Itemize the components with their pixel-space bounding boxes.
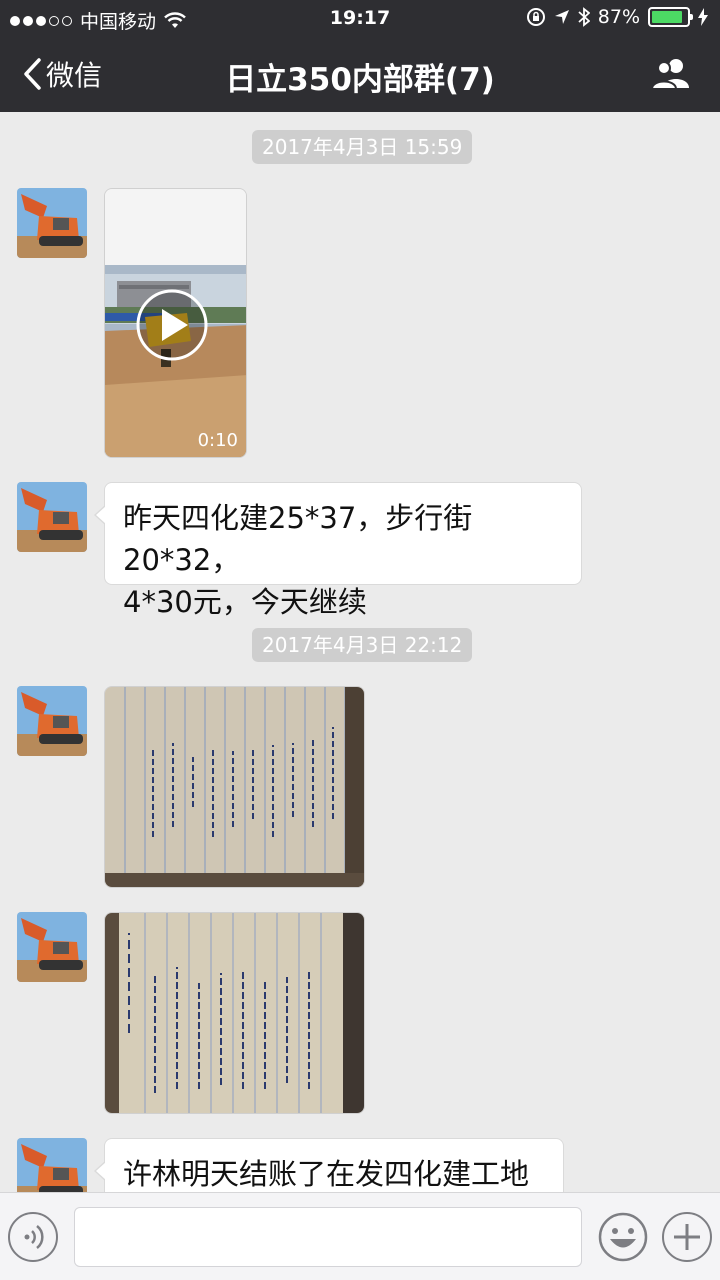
rotation-lock-icon (526, 8, 545, 26)
video-message[interactable]: 0:10 (104, 188, 247, 458)
avatar[interactable] (17, 188, 87, 258)
battery-percent: 87% (597, 6, 640, 28)
bluetooth-icon (578, 7, 590, 27)
message-list[interactable]: 2017年4月3日 15:59 0:10 昨天四化建25*37，步行街20*32… (0, 112, 720, 1192)
status-bar: 中国移动 19:17 87% (0, 0, 720, 38)
video-duration: 0:10 (197, 430, 238, 451)
voice-input-button[interactable] (8, 1212, 58, 1262)
message-input[interactable] (74, 1207, 582, 1267)
status-right: 87% (526, 6, 708, 28)
chat-title: 日立350内部群(7) (225, 62, 495, 98)
top-bar: 中国移动 19:17 87% 微信 日立350内部群(7) (0, 0, 720, 112)
charging-icon (698, 8, 708, 26)
image-message[interactable] (104, 912, 365, 1114)
text-message[interactable]: 昨天四化建25*37，步行街20*32， 4*30元，今天继续 (94, 482, 582, 619)
text-message[interactable]: 许林明天结账了在发四化建工地照 (94, 1138, 564, 1192)
image-message[interactable] (104, 686, 365, 888)
navigation-bar: 微信 日立350内部群(7) (0, 38, 720, 112)
more-actions-button[interactable] (662, 1212, 712, 1262)
message-line: 4*30元，今天继续 (123, 585, 367, 619)
message-line: 许林明天结账了在发四化建工地照 (123, 1157, 530, 1191)
timestamp: 2017年4月3日 22:12 (252, 628, 473, 662)
timestamp: 2017年4月3日 15:59 (252, 130, 473, 164)
group-members-icon[interactable] (650, 56, 692, 92)
avatar[interactable] (17, 686, 87, 756)
input-toolbar (0, 1192, 720, 1280)
voice-icon (24, 1225, 44, 1249)
plus-icon (674, 1224, 700, 1250)
emoji-icon (598, 1212, 648, 1262)
message-line: 昨天四化建25*37，步行街20*32， (123, 501, 473, 577)
avatar[interactable] (17, 912, 87, 982)
location-icon (554, 10, 569, 24)
avatar[interactable] (17, 1138, 87, 1192)
battery-icon (648, 7, 693, 27)
avatar[interactable] (17, 482, 87, 552)
emoji-button[interactable] (598, 1212, 648, 1262)
